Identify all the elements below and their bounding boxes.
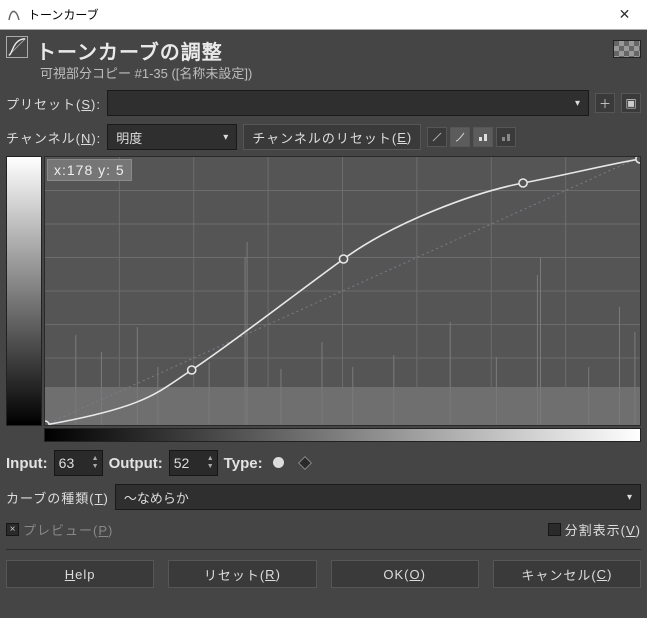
curves-icon	[6, 36, 28, 58]
point-type-smooth[interactable]	[269, 456, 288, 471]
curve-canvas[interactable]: x:178 y: 5	[44, 156, 641, 426]
channel-row: チャンネル(N): 明度 ▾ チャンネルのリセット(E)	[6, 124, 641, 150]
channel-label: チャンネル(N):	[6, 128, 101, 147]
input-spin[interactable]: ▲▼	[54, 450, 103, 476]
action-buttons: Help リセット(R) OK(O) キャンセル(C)	[6, 560, 641, 592]
curvetype-combo[interactable]: 〜なめらか ▾	[115, 484, 641, 510]
point-type-corner[interactable]	[294, 456, 316, 471]
xaxis-log-toggle[interactable]	[450, 127, 470, 147]
help-button[interactable]: Help	[6, 560, 154, 588]
titlebar: トーンカーブ ✕	[0, 0, 647, 30]
axis-scale-toggles	[427, 127, 516, 147]
type-label: Type:	[224, 455, 263, 472]
curvetype-value: 〜なめらか	[120, 488, 623, 507]
input-label: Input:	[6, 455, 48, 472]
cursor-coords: x:178 y: 5	[47, 159, 132, 181]
yaxis-log-toggle[interactable]	[496, 127, 516, 147]
output-value[interactable]	[170, 455, 204, 471]
preset-label: プリセット(S):	[6, 94, 101, 113]
chevron-down-icon: ▾	[623, 492, 636, 503]
options-row: × プレビュー(P) 分割表示(V)	[6, 520, 641, 539]
preview-checkbox[interactable]: ×	[6, 523, 19, 536]
dialog-subtitle: 可視部分コピー #1-35 ([名称未設定])	[40, 63, 252, 82]
io-row: Input: ▲▼ Output: ▲▼ Type:	[6, 450, 641, 476]
splitview-checkbox[interactable]	[548, 523, 561, 536]
spin-down-icon[interactable]: ▼	[204, 463, 217, 471]
splitview-label: 分割表示(V)	[565, 520, 641, 539]
output-gradient	[6, 156, 42, 426]
cancel-button[interactable]: キャンセル(C)	[493, 560, 641, 588]
output-label: Output:	[109, 455, 163, 472]
ok-button[interactable]: OK(O)	[331, 560, 479, 588]
input-value[interactable]	[55, 455, 89, 471]
preset-add-button[interactable]: ＋	[595, 93, 615, 113]
spin-up-icon[interactable]: ▲	[89, 455, 102, 463]
dialog-header: トーンカーブの調整 可視部分コピー #1-35 ([名称未設定])	[6, 36, 641, 82]
curvetype-row: カーブの種類(T) 〜なめらか ▾	[6, 484, 641, 510]
output-spin[interactable]: ▲▼	[169, 450, 218, 476]
preset-remove-button[interactable]: ▣	[621, 93, 641, 113]
preset-combo[interactable]: ▾	[107, 90, 589, 116]
yaxis-linear-toggle[interactable]	[473, 127, 493, 147]
close-button[interactable]: ✕	[602, 0, 647, 30]
channel-combo[interactable]: 明度 ▾	[107, 124, 237, 150]
dialog-title: トーンカーブの調整	[36, 36, 252, 65]
chevron-down-icon: ▾	[219, 132, 232, 143]
layer-thumbnail	[613, 40, 641, 58]
curve-editor: x:178 y: 5	[6, 156, 641, 426]
app-icon	[6, 7, 22, 23]
reset-button[interactable]: リセット(R)	[168, 560, 316, 588]
xaxis-linear-toggle[interactable]	[427, 127, 447, 147]
curvetype-label: カーブの種類(T)	[6, 488, 109, 507]
channel-value: 明度	[112, 128, 219, 147]
preset-row: プリセット(S): ▾ ＋ ▣	[6, 90, 641, 116]
spin-up-icon[interactable]: ▲	[204, 455, 217, 463]
reset-channel-button[interactable]: チャンネルのリセット(E)	[243, 124, 421, 150]
preview-label: プレビュー(P)	[23, 520, 113, 539]
input-gradient	[44, 428, 641, 442]
spin-down-icon[interactable]: ▼	[89, 463, 102, 471]
window-title: トーンカーブ	[28, 6, 602, 23]
chevron-down-icon: ▾	[571, 98, 584, 109]
